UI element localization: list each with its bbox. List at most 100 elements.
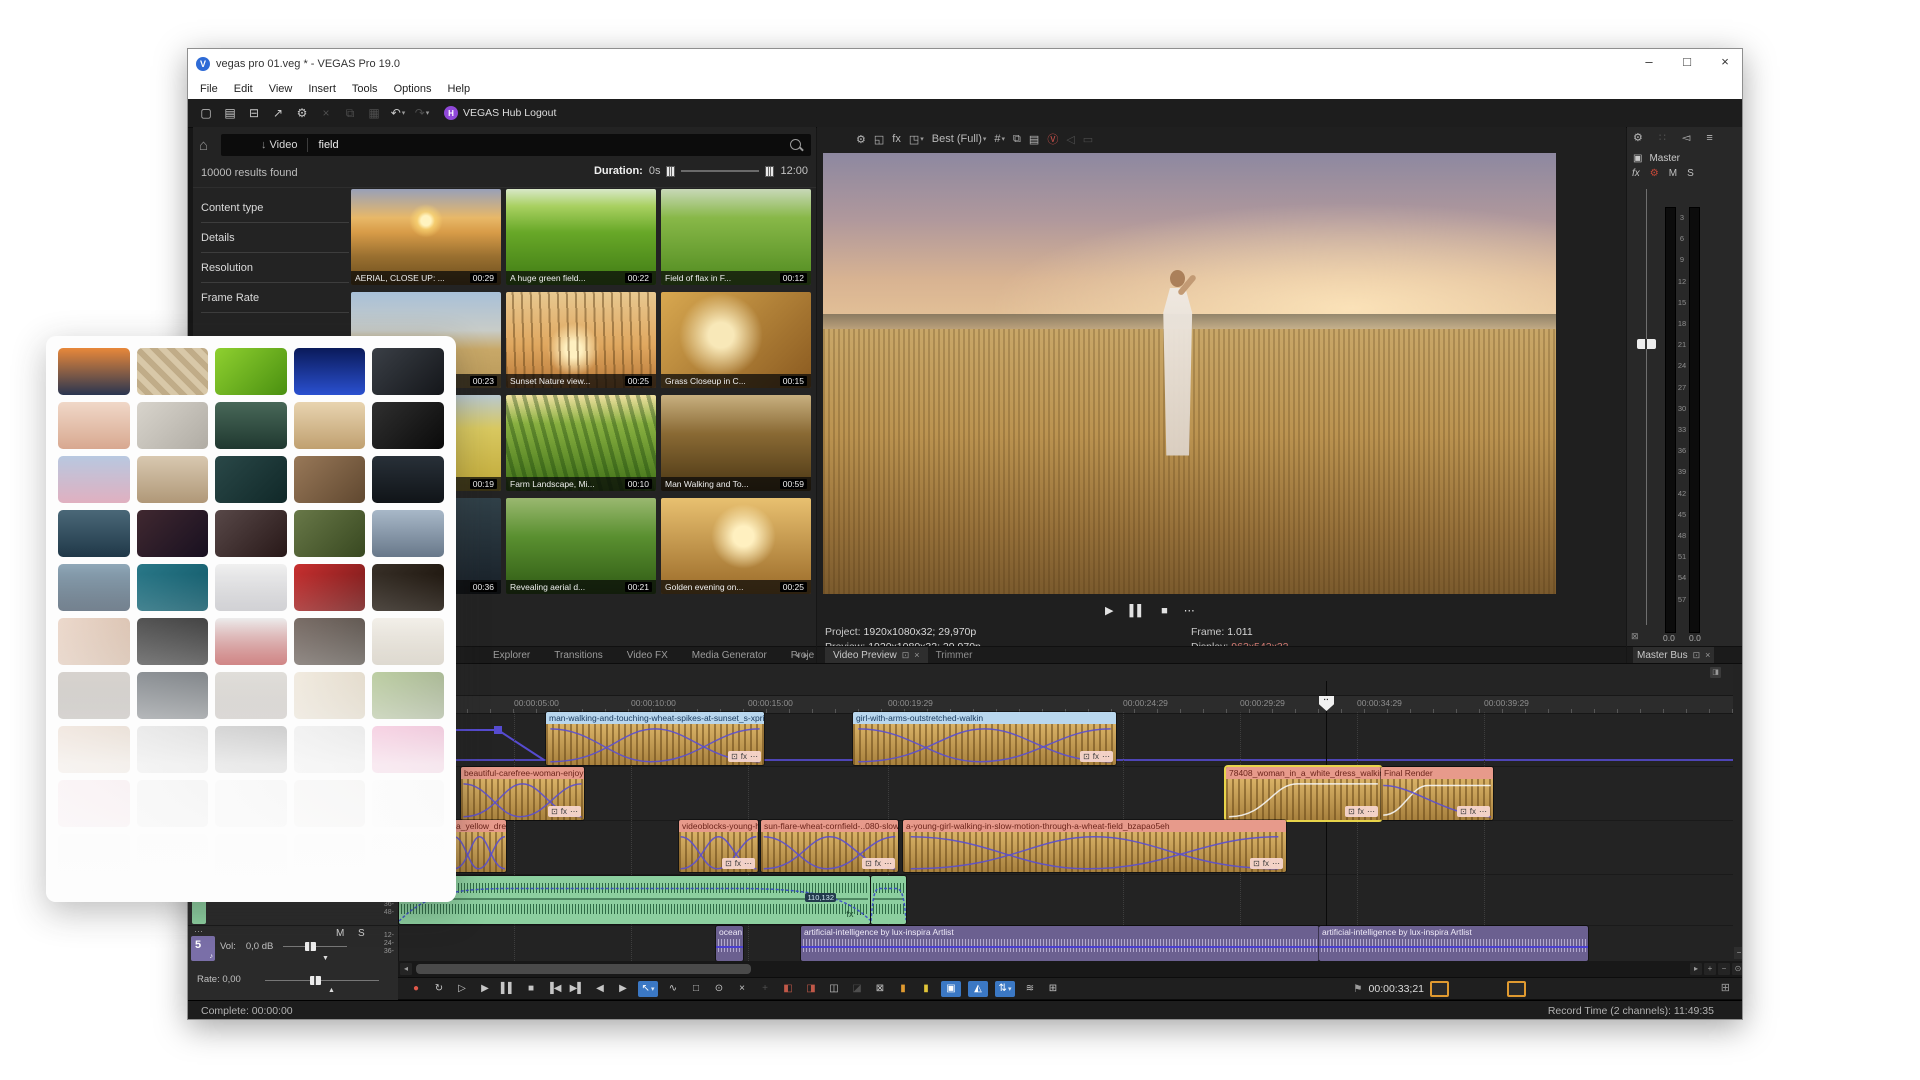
timeline-clip[interactable]: videoblocks-young-hipster-⊡fx⋯: [679, 820, 758, 872]
photo-tile[interactable]: [137, 564, 209, 611]
paste-icon[interactable]: ▦: [364, 103, 384, 123]
media-thumb[interactable]: Farm Landscape, Mi...00:10: [506, 395, 656, 491]
lock-icon[interactable]: ⊠: [1631, 631, 1639, 642]
photo-tile[interactable]: [137, 672, 209, 719]
close-icon[interactable]: ×: [914, 650, 919, 660]
expand-track-button[interactable]: +: [757, 981, 773, 997]
timeline-audio-clip[interactable]: artificial-intelligence by lux-inspira A…: [1319, 926, 1588, 961]
post-edit-ripple-button[interactable]: ◪: [849, 981, 865, 997]
normal-edit-tool-button[interactable]: ↖▾: [638, 981, 658, 997]
photo-tile[interactable]: [372, 510, 444, 557]
vegas-hub-button[interactable]: H VEGAS Hub Logout: [444, 106, 556, 120]
tab-scroll-arrows[interactable]: ◂▸: [795, 650, 812, 661]
photo-tile[interactable]: [137, 726, 209, 773]
photo-tile[interactable]: [58, 456, 130, 503]
auto-ripple-button[interactable]: ▣: [941, 981, 961, 997]
preview-settings-icon[interactable]: ⚙: [856, 133, 866, 146]
quantize-to-frames-button[interactable]: ⇅▾: [995, 981, 1015, 997]
media-tab-explorer[interactable]: Explorer: [481, 650, 542, 661]
restore-button[interactable]: □: [1680, 54, 1694, 69]
automation-gear-icon[interactable]: ⚙: [1650, 168, 1659, 179]
photo-tile[interactable]: [372, 402, 444, 449]
media-thumb[interactable]: AERIAL, CLOSE UP: ...00:29: [351, 189, 501, 285]
media-thumb[interactable]: Sunset Nature view...00:25: [506, 292, 656, 388]
previous-frame-button[interactable]: ◀: [592, 981, 608, 997]
volume-slider-handle[interactable]: [305, 942, 316, 951]
undo-icon[interactable]: ↶▾: [388, 103, 408, 123]
save-project-icon[interactable]: ⊟: [244, 103, 264, 123]
redo-icon[interactable]: ↷▾: [412, 103, 432, 123]
clip-buttons[interactable]: ⊡fx⋯: [1345, 806, 1378, 817]
menu-tools[interactable]: Tools: [344, 81, 386, 97]
menu-view[interactable]: View: [261, 81, 301, 97]
play-from-start-button[interactable]: ▷: [454, 981, 470, 997]
volume-envelope-line[interactable]: [1319, 946, 1588, 948]
clip-buttons[interactable]: ⊡fx⋯: [862, 858, 895, 869]
tab-video-preview[interactable]: Video Preview⊡×: [825, 647, 928, 663]
auto-crossfade-button[interactable]: ◭: [968, 981, 988, 997]
play-button[interactable]: ▶: [477, 981, 493, 997]
open-project-icon[interactable]: ▤: [220, 103, 240, 123]
media-tab-video-fx[interactable]: Video FX: [615, 650, 680, 661]
timeline-clip[interactable]: a-young-girl-walking-in-slow-motion-thro…: [903, 820, 1286, 872]
timeline-clip[interactable]: sun-flare-wheat-cornfield-..080-slow-mot…: [761, 820, 898, 872]
timeline-clip[interactable]: Final Render⊡fx⋯: [1381, 767, 1493, 820]
timeline-clip[interactable]: beautiful-carefree-woman-enjoying-natur⊡…: [461, 767, 584, 820]
record-button[interactable]: ●: [408, 981, 424, 997]
playhead-line[interactable]: [1326, 681, 1327, 962]
photo-tile[interactable]: [215, 834, 287, 881]
photo-tile[interactable]: [294, 672, 366, 719]
scroll-left-button[interactable]: ◂: [400, 963, 412, 975]
photo-tile[interactable]: [137, 510, 209, 557]
photo-tile[interactable]: [215, 456, 287, 503]
photo-tile[interactable]: [58, 672, 130, 719]
timeline-audio-clip[interactable]: ocean d: [716, 926, 743, 961]
photo-tile[interactable]: [372, 618, 444, 665]
media-thumb[interactable]: Grass Closeup in C...00:15: [661, 292, 811, 388]
photo-tile[interactable]: [137, 456, 209, 503]
copy-icon[interactable]: ⧉: [340, 103, 360, 123]
go-to-end-button[interactable]: ▶▌: [569, 981, 585, 997]
insert-marker-button[interactable]: ▮: [895, 981, 911, 997]
photo-tile[interactable]: [372, 672, 444, 719]
photo-tile[interactable]: [58, 780, 130, 827]
zoom-in-button[interactable]: +: [1704, 963, 1716, 975]
frame-button-2[interactable]: [1507, 981, 1526, 997]
photo-tile[interactable]: [294, 618, 366, 665]
track-height-minus-button[interactable]: −: [1734, 947, 1743, 959]
loop-region-icon[interactable]: ◁: [1066, 133, 1074, 146]
clear-selection-button[interactable]: ×: [734, 981, 750, 997]
photo-tile[interactable]: [215, 348, 287, 395]
next-frame-button[interactable]: ▶: [615, 981, 631, 997]
menu-insert[interactable]: Insert: [300, 81, 344, 97]
stop-button[interactable]: ■: [523, 981, 539, 997]
photo-tile[interactable]: [58, 348, 130, 395]
grid-button[interactable]: ⊞: [1045, 981, 1061, 997]
timeline-audio-clip[interactable]: 110,132fx ⋯: [399, 876, 870, 924]
mixer-settings-icon[interactable]: ⚙: [1633, 131, 1643, 144]
photo-tile[interactable]: [372, 456, 444, 503]
marker-bar[interactable]: [398, 664, 1733, 695]
cut-icon[interactable]: ×: [316, 103, 336, 123]
pause-button[interactable]: ▌▌: [500, 981, 516, 997]
split-button[interactable]: ◫: [826, 981, 842, 997]
clip-buttons[interactable]: fx ⋯: [846, 909, 865, 920]
zoom-edit-tool-button[interactable]: ⊙: [711, 981, 727, 997]
media-tab-media-generator[interactable]: Media Generator: [680, 650, 779, 661]
external-monitor-icon[interactable]: ▭: [1083, 133, 1093, 146]
volume-envelope-line[interactable]: [716, 946, 743, 948]
clip-buttons[interactable]: ⊡fx⋯: [1457, 806, 1490, 817]
photo-tile[interactable]: [294, 402, 366, 449]
snapshot-icon[interactable]: ◱: [874, 133, 884, 146]
media-thumb[interactable]: A huge green field...00:22: [506, 189, 656, 285]
snapping-button[interactable]: ≋: [1022, 981, 1038, 997]
preview-more-button[interactable]: ⋯: [1184, 604, 1195, 617]
tab-master-bus[interactable]: Master Bus⊡×: [1633, 647, 1714, 663]
timeline-audio-clip[interactable]: [871, 876, 906, 924]
timeline-clip[interactable]: a_yellow_dress_th: [453, 820, 506, 872]
photo-tile[interactable]: [215, 618, 287, 665]
trim-start-button[interactable]: ◧: [780, 981, 796, 997]
project-properties-icon[interactable]: ⚙: [292, 103, 312, 123]
master-fader-handle[interactable]: [1637, 339, 1656, 349]
trim-end-button[interactable]: ◨: [803, 981, 819, 997]
